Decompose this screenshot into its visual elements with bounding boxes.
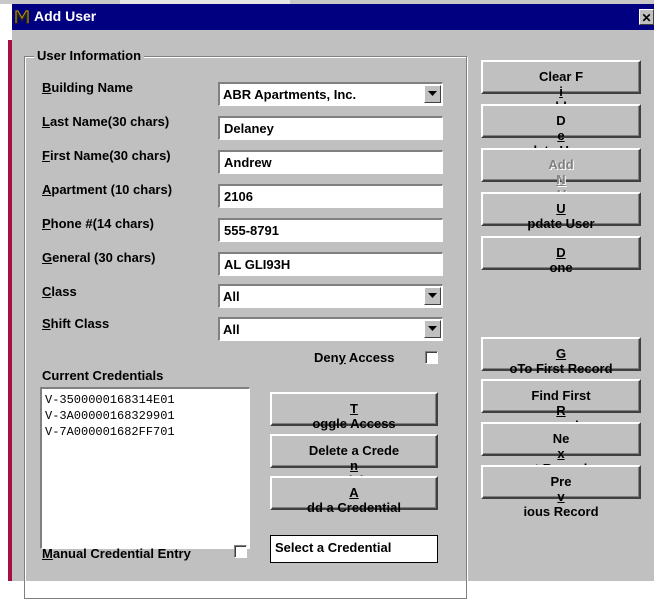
add-user-dialog: Add User ✕ User Information Building Nam…	[12, 4, 654, 599]
first-name-label: First Name(30 chars)	[42, 148, 171, 163]
add-credential-button[interactable]: Add a Credential	[270, 476, 438, 515]
previous-record-button[interactable]: Pre v ious Record	[481, 465, 641, 519]
apartment-label: Apartment (10 chars)	[42, 182, 173, 197]
shift-class-select[interactable]: All	[218, 317, 443, 341]
general-field[interactable]: AL GLI93H	[218, 252, 443, 276]
goto-first-record-button[interactable]: GoTo First Record	[481, 337, 641, 376]
chevron-down-icon[interactable]	[424, 85, 441, 103]
chevron-down-icon[interactable]	[424, 320, 441, 338]
phone-field[interactable]: 555-8791	[218, 218, 443, 242]
phone-label: Phone #(14 chars)	[42, 216, 154, 231]
shift-class-value: All	[223, 322, 240, 337]
title-bar[interactable]: Add User ✕	[12, 4, 654, 30]
first-name-field[interactable]: Andrew	[218, 150, 443, 174]
building-name-label: Building Name	[42, 80, 134, 95]
building-name-value: ABR Apartments, Inc.	[223, 87, 357, 102]
class-value: All	[223, 289, 240, 304]
add-new-user-button[interactable]: Add New User	[481, 148, 641, 202]
select-credential-box[interactable]: Select a Credential	[270, 535, 438, 563]
done-button[interactable]: Done	[481, 236, 641, 275]
app-logo-icon	[14, 8, 30, 26]
class-label: Class	[42, 284, 77, 299]
next-record-button[interactable]: Next Record	[481, 422, 641, 476]
building-name-select[interactable]: ABR Apartments, Inc.	[218, 82, 443, 106]
general-label: General (30 chars)	[42, 250, 156, 265]
last-name-field[interactable]: Delaney	[218, 116, 443, 140]
list-item[interactable]: V-3A00000168329901	[45, 408, 249, 424]
credentials-list[interactable]: V-3500000168314E01 V-3A00000168329901 V-…	[40, 387, 250, 549]
update-user-button[interactable]: Update User	[481, 192, 641, 231]
manual-entry-label: Manual Credential Entry	[42, 546, 191, 561]
dialog-body: User Information Building Name Last Name…	[12, 30, 654, 599]
delete-user-button[interactable]: Delete User	[481, 104, 641, 158]
find-first-record-button[interactable]: Find First Record	[481, 379, 641, 433]
shift-class-label: Shift Class	[42, 316, 110, 331]
deny-access-checkbox[interactable]	[425, 351, 438, 364]
delete-credential-button[interactable]: Delete a Credential	[270, 434, 438, 488]
current-credentials-label: Current Credentials	[42, 368, 164, 383]
last-name-label: Last Name(30 chars)	[42, 114, 170, 129]
toggle-access-button[interactable]: Toggle Access	[270, 392, 438, 431]
group-legend: User Information	[34, 48, 145, 63]
clear-fields-button[interactable]: Clear Fields	[481, 60, 641, 114]
chevron-down-icon[interactable]	[424, 287, 441, 305]
list-item[interactable]: V-3500000168314E01	[45, 392, 249, 408]
close-icon[interactable]: ✕	[639, 9, 654, 25]
apartment-field[interactable]: 2106	[218, 184, 443, 208]
manual-entry-checkbox[interactable]	[234, 545, 247, 558]
window-title: Add User	[34, 8, 97, 24]
list-item[interactable]: V-7A000001682FF701	[45, 424, 249, 440]
deny-access-label: Deny Access	[314, 350, 395, 365]
class-select[interactable]: All	[218, 284, 443, 308]
